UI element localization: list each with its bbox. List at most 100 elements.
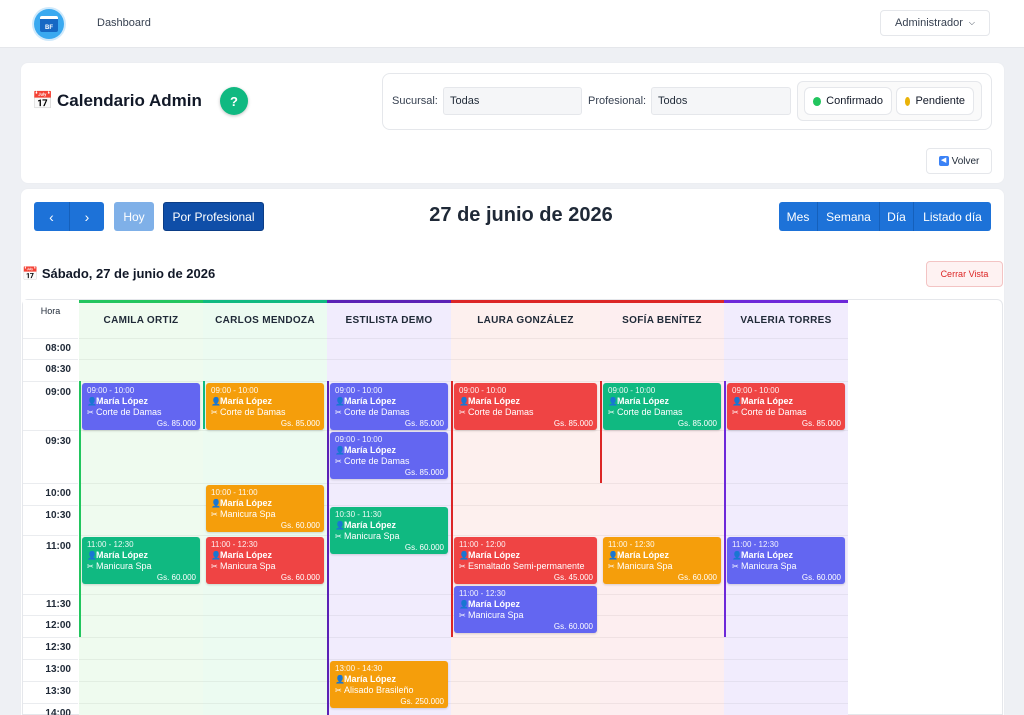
user-icon: 👤 [459, 600, 469, 609]
appointment-time: 11:00 - 12:30 [211, 540, 258, 549]
view-dia-button[interactable]: Día [880, 202, 914, 231]
appointment-client-name: María López [96, 396, 149, 406]
profesional-label: Profesional: [588, 95, 647, 107]
view-listado-dia-button[interactable]: Listado día [914, 202, 991, 231]
chevron-down-icon: ⌵ [968, 18, 975, 27]
grid-row-line [79, 535, 848, 536]
column-accent-bar [451, 381, 453, 637]
appointment-price: Gs. 60.000 [801, 573, 841, 582]
professional-column-header: CARLOS MENDOZA [203, 300, 327, 338]
volver-button[interactable]: ◀ Volver [926, 148, 992, 174]
sucursal-select[interactable]: Todas [443, 87, 582, 115]
yellow-dot-icon [905, 96, 911, 106]
time-slot-label: 10:30 [23, 505, 78, 535]
appointment-service-name: Manicura Spa [96, 561, 152, 571]
appointment-price: Gs. 250.000 [400, 697, 444, 706]
view-semana-button[interactable]: Semana [818, 202, 880, 231]
appointment-event[interactable]: 09:00 - 10:00 👤María López ✂ Corte de Damas… [82, 383, 200, 430]
cerrar-vista-button[interactable]: Cerrar Vista [926, 261, 1003, 287]
grid-row-line [79, 483, 848, 484]
appointment-client-name: María López [344, 445, 397, 455]
professional-column [451, 300, 600, 715]
app-logo[interactable]: BF [34, 9, 64, 39]
appointment-service: ✂ Corte de Damas [608, 407, 717, 418]
appointment-event[interactable]: 09:00 - 10:00 👤María López ✂ Corte de Damas… [727, 383, 845, 430]
appointment-time: 09:00 - 10:00 [459, 386, 507, 395]
appointment-event[interactable]: 11:00 - 12:30 👤María López ✂ Manicura Spa Gs… [206, 537, 324, 584]
appointment-time: 10:00 - 11:00 [211, 488, 258, 497]
appointment-client-name: María López [617, 396, 670, 406]
grid-row-line [79, 637, 848, 638]
page-title: Calendario Admin [57, 91, 202, 110]
appointment-service: ✂ Manicura Spa [459, 610, 593, 621]
appointment-service-name: Manicura Spa [220, 561, 276, 571]
next-button[interactable]: › [69, 202, 104, 231]
hora-header: Hora [23, 300, 78, 337]
appointment-event[interactable]: 11:00 - 12:30 👤María López ✂ Manicura Spa Gs… [603, 537, 721, 584]
user-icon: 👤 [335, 675, 345, 684]
scissors-icon: ✂ [335, 408, 342, 417]
top-navbar [0, 0, 1024, 48]
appointment-event[interactable]: 11:00 - 12:30 👤María López ✂ Manicura Spa Gs… [82, 537, 200, 584]
user-icon: 👤 [459, 397, 469, 406]
appointment-event[interactable]: 13:00 - 14:30 👤María López ✂ Alisado Brasil… [330, 661, 448, 708]
appointment-service: ✂ Esmaltado Semi-permanente [459, 561, 593, 572]
appointment-event[interactable]: 10:30 - 11:30 👤María López ✂ Manicura Spa Gs… [330, 507, 448, 554]
user-icon: 👤 [211, 551, 221, 560]
column-accent-bar [327, 381, 329, 715]
appointment-client: 👤María López [732, 550, 841, 561]
appointment-event[interactable]: 10:00 - 11:00 👤María López ✂ Manicura Spa Gs… [206, 485, 324, 532]
appointment-event[interactable]: 11:00 - 12:30 👤María López ✂ Manicura Spa Gs… [727, 537, 845, 584]
appointment-service-name: Corte de Damas [220, 407, 286, 417]
appointment-client: 👤María López [335, 520, 444, 531]
appointment-price: Gs. 85.000 [404, 419, 444, 428]
today-button[interactable]: Hoy [114, 202, 154, 231]
por-profesional-button[interactable]: Por Profesional [163, 202, 264, 231]
nav-dashboard-link[interactable]: Dashboard [97, 17, 151, 29]
time-slot-label: 12:30 [23, 637, 78, 659]
appointment-client-name: María López [220, 396, 273, 406]
appointment-time: 11:00 - 12:30 [608, 540, 655, 549]
scissors-icon: ✂ [459, 562, 466, 571]
appointment-client: 👤María López [211, 396, 320, 407]
appointment-event[interactable]: 09:00 - 10:00 👤María López ✂ Corte de Damas… [603, 383, 721, 430]
scissors-icon: ✂ [335, 457, 342, 466]
column-accent-bar [79, 381, 81, 637]
time-slot-label: 08:30 [23, 359, 78, 381]
professional-column [600, 300, 724, 715]
appointment-event[interactable]: 09:00 - 10:00 👤María López ✂ Corte de Damas… [454, 383, 597, 430]
appointment-client: 👤María López [459, 599, 593, 610]
appointment-service-name: Corte de Damas [617, 407, 683, 417]
time-slot-label: 11:00 [23, 535, 78, 594]
professional-column-header: SOFÍA BENÍTEZ [600, 300, 724, 338]
appointment-event[interactable]: 09:00 - 10:00 👤María López ✂ Corte de Damas… [330, 383, 448, 430]
prev-button[interactable]: ‹ [34, 202, 69, 231]
appointment-event[interactable]: 09:00 - 10:00 👤María López ✂ Corte de Damas… [330, 432, 448, 479]
appointment-time: 11:00 - 12:30 [732, 540, 779, 549]
user-icon: 👤 [608, 551, 618, 560]
appointment-client: 👤María López [608, 550, 717, 561]
user-icon: 👤 [87, 397, 97, 406]
user-icon: 👤 [335, 521, 345, 530]
appointment-price: Gs. 85.000 [677, 419, 717, 428]
appointment-time: 09:00 - 10:00 [87, 386, 135, 395]
view-mes-button[interactable]: Mes [779, 202, 818, 231]
user-menu-button[interactable]: Administrador ⌵ [880, 10, 990, 36]
appointment-client: 👤María López [335, 674, 444, 685]
appointment-service-name: Esmaltado Semi-permanente [468, 561, 585, 571]
appointment-event[interactable]: 09:00 - 10:00 👤María López ✂ Corte de Damas… [206, 383, 324, 430]
profesional-select[interactable]: Todos [651, 87, 791, 115]
appointment-service: ✂ Manicura Spa [335, 531, 444, 542]
help-button[interactable]: ? [220, 87, 248, 115]
appointment-event[interactable]: 11:00 - 12:30 👤María López ✂ Manicura Spa Gs… [454, 586, 597, 633]
appointment-event[interactable]: 11:00 - 12:00 👤María López ✂ Esmaltado Semi… [454, 537, 597, 584]
scissors-icon: ✂ [87, 408, 94, 417]
appointment-time: 09:00 - 10:00 [335, 386, 383, 395]
appointment-service: ✂ Manicura Spa [732, 561, 841, 572]
appointment-client: 👤María López [87, 550, 196, 561]
grid-row-line [79, 659, 848, 660]
user-icon: 👤 [335, 397, 345, 406]
user-icon: 👤 [732, 551, 742, 560]
legend-pendiente: Pendiente [896, 87, 974, 115]
appointment-time: 11:00 - 12:30 [87, 540, 134, 549]
